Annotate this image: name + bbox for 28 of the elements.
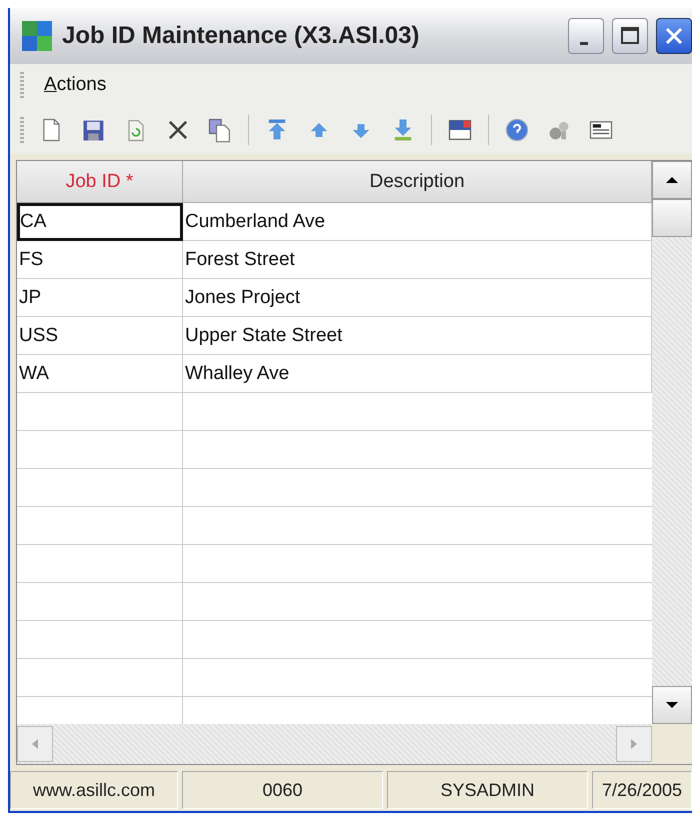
app-logo-icon: [20, 19, 54, 53]
scroll-up-button[interactable]: [652, 161, 692, 199]
status-field: 7/26/2005: [592, 771, 692, 809]
table-cell[interactable]: Whalley Ave: [183, 355, 652, 393]
right-triangle-icon: [630, 738, 638, 750]
close-button[interactable]: [656, 18, 692, 54]
status-field: SYSADMIN: [387, 771, 588, 809]
column-header[interactable]: Description: [183, 161, 652, 203]
help-icon[interactable]: [503, 116, 531, 144]
up-triangle-icon: [665, 175, 679, 185]
menu-item[interactable]: Actions: [44, 74, 106, 96]
minimize-button[interactable]: [568, 18, 604, 54]
minimize-icon: [580, 42, 588, 44]
table-cell[interactable]: Cumberland Ave: [183, 203, 652, 241]
down-triangle-icon: [665, 700, 679, 710]
scrollbar-thumb[interactable]: [652, 199, 692, 237]
close-icon: [663, 25, 685, 47]
status-field: www.asillc.com: [10, 771, 178, 809]
maximize-icon: [620, 26, 640, 46]
table-cell[interactable]: Upper State Street: [183, 317, 652, 355]
left-triangle-icon: [31, 738, 39, 750]
table-cell[interactable]: CA: [17, 203, 183, 241]
column-header[interactable]: Job ID *: [17, 161, 183, 203]
table-cell[interactable]: Jones Project: [183, 279, 652, 317]
status-field: 0060: [182, 771, 383, 809]
scroll-down-button[interactable]: [652, 686, 692, 724]
maximize-button[interactable]: [612, 18, 648, 54]
window-title: Job ID Maintenance (X3.ASI.03): [62, 22, 420, 50]
